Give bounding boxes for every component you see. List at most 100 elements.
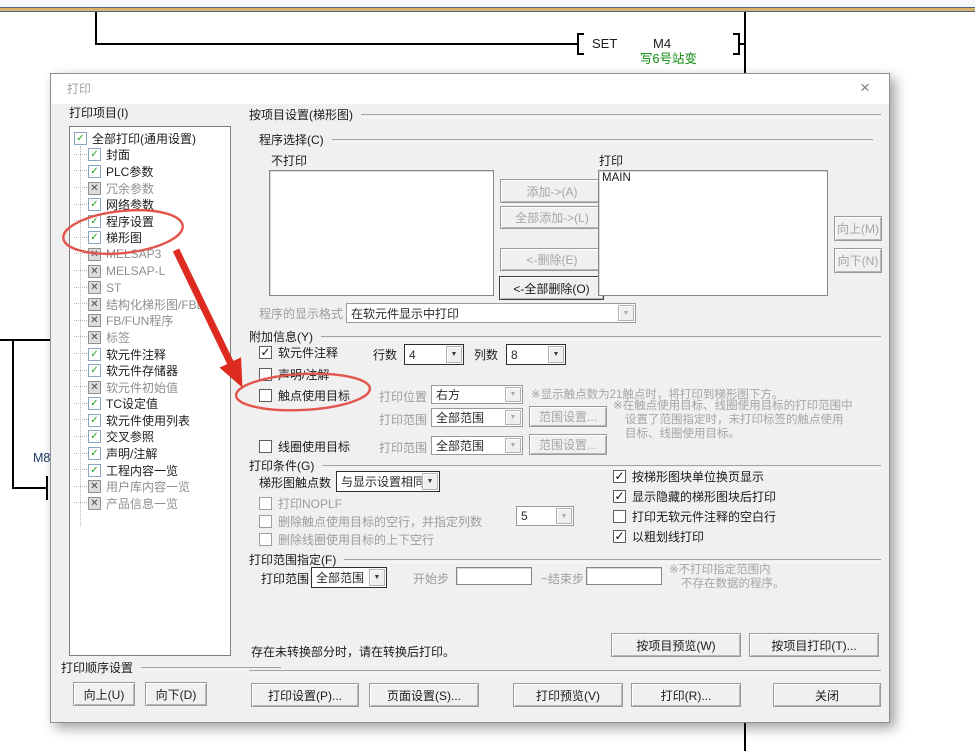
remove-all-button[interactable]: <-全部删除(O): [499, 276, 604, 300]
cols-combo[interactable]: 8 ▼: [506, 344, 566, 365]
tree-item[interactable]: ✓封面: [74, 147, 230, 164]
checkbox-checked-icon[interactable]: ✓: [88, 414, 101, 427]
checkbox-excluded-icon[interactable]: ✕: [88, 381, 101, 394]
not-print-listbox[interactable]: [269, 170, 494, 296]
checkbox-excluded-icon[interactable]: ✕: [88, 298, 101, 311]
chevron-down-icon[interactable]: ▼: [548, 346, 564, 363]
close-icon[interactable]: ×: [853, 76, 877, 100]
tree-item[interactable]: ✓TC设定值: [74, 396, 230, 413]
tree-item[interactable]: ✕软元件初始值: [74, 379, 230, 396]
checkbox-checked-icon[interactable]: ✓: [74, 132, 87, 145]
chevron-down-icon[interactable]: ▼: [618, 305, 634, 321]
print-list-item[interactable]: MAIN: [599, 171, 827, 184]
checkbox-checked-icon[interactable]: ✓: [88, 198, 101, 211]
chevron-down-icon[interactable]: ▼: [505, 438, 521, 453]
tree-item[interactable]: ✕冗余参数: [74, 180, 230, 197]
tree-item[interactable]: ✕用户库内容一览: [74, 478, 230, 495]
rows-combo[interactable]: 4 ▼: [404, 344, 464, 365]
print-position-combo[interactable]: 右方 ▼: [431, 385, 523, 404]
tree-item[interactable]: ✓梯形图: [74, 230, 230, 247]
checkbox-checked-icon[interactable]: ✓: [88, 397, 101, 410]
print-items-tree[interactable]: ✓全部打印(通用设置)✓封面✓PLC参数✕冗余参数✓网络参数✓程序设置✓梯形图✕…: [69, 126, 231, 656]
print-by-item-button[interactable]: 按项目打印(T)...: [749, 633, 879, 657]
chevron-down-icon[interactable]: ▼: [556, 508, 572, 524]
contact-usage-checkbox[interactable]: [259, 389, 272, 402]
bold-lines-checkbox[interactable]: ✓: [613, 530, 626, 543]
tree-item[interactable]: ✓全部打印(通用设置): [74, 130, 230, 147]
noplf-checkbox[interactable]: [259, 497, 272, 510]
end-step-input[interactable]: [586, 567, 662, 585]
checkbox-checked-icon[interactable]: ✓: [88, 148, 101, 161]
tree-item[interactable]: ✓软元件存储器: [74, 362, 230, 379]
checkbox-excluded-icon[interactable]: ✕: [88, 281, 101, 294]
print-settings-button[interactable]: 打印设置(P)...: [251, 683, 359, 707]
tree-item[interactable]: ✕产品信息一览: [74, 495, 230, 512]
tree-item[interactable]: ✓软元件注释: [74, 346, 230, 363]
tree-item[interactable]: ✕标签: [74, 329, 230, 346]
start-step-input[interactable]: [456, 567, 532, 585]
print-button[interactable]: 打印(R)...: [631, 683, 741, 707]
contact-range-combo[interactable]: 全部范围 ▼: [431, 408, 523, 427]
tree-item[interactable]: ✕结构化梯形图/FBD: [74, 296, 230, 313]
tree-item[interactable]: ✓网络参数: [74, 196, 230, 213]
statement-checkbox[interactable]: [259, 368, 272, 381]
checkbox-checked-icon[interactable]: ✓: [88, 430, 101, 443]
coil-range-setting-button[interactable]: 范围设置...: [529, 434, 607, 455]
contact-range-setting-button[interactable]: 范围设置...: [529, 406, 607, 427]
tree-item[interactable]: ✕MELSAP-L: [74, 263, 230, 280]
checkbox-excluded-icon[interactable]: ✕: [88, 331, 101, 344]
add-button[interactable]: 添加->(A): [500, 179, 604, 203]
close-button[interactable]: 关闭: [773, 683, 881, 707]
device-comment-checkbox[interactable]: ✓: [259, 346, 272, 359]
tree-item[interactable]: ✕FB/FUN程序: [74, 313, 230, 330]
checkbox-excluded-icon[interactable]: ✕: [88, 248, 101, 261]
checkbox-checked-icon[interactable]: ✓: [88, 348, 101, 361]
contact-count-combo[interactable]: 与显示设置相同 ▼: [336, 471, 440, 492]
checkbox-excluded-icon[interactable]: ✕: [88, 182, 101, 195]
checkbox-checked-icon[interactable]: ✓: [88, 464, 101, 477]
order-down-button[interactable]: 向下(D): [145, 682, 207, 706]
dialog-titlebar[interactable]: 打印 ×: [51, 74, 889, 104]
checkbox-checked-icon[interactable]: ✓: [88, 165, 101, 178]
checkbox-checked-icon[interactable]: ✓: [88, 231, 101, 244]
order-up-button[interactable]: 向上(U): [73, 682, 135, 706]
coil-range-combo[interactable]: 全部范围 ▼: [431, 436, 523, 455]
display-format-combo[interactable]: 在软元件显示中打印 ▼: [346, 303, 636, 323]
checkbox-excluded-icon[interactable]: ✕: [88, 265, 101, 278]
add-all-button[interactable]: 全部添加->(L): [500, 206, 604, 229]
tree-item[interactable]: ✓交叉参照: [74, 429, 230, 446]
checkbox-checked-icon[interactable]: ✓: [88, 447, 101, 460]
tree-item[interactable]: ✕MELSAP3: [74, 246, 230, 263]
del-coil-checkbox[interactable]: [259, 533, 272, 546]
tree-item[interactable]: ✓声明/注解: [74, 445, 230, 462]
preview-by-item-button[interactable]: 按项目预览(W): [611, 633, 741, 657]
chevron-down-icon[interactable]: ▼: [369, 569, 385, 586]
chevron-down-icon[interactable]: ▼: [505, 387, 521, 402]
checkbox-excluded-icon[interactable]: ✕: [88, 497, 101, 510]
chevron-down-icon[interactable]: ▼: [446, 346, 462, 363]
del-contact-checkbox[interactable]: [259, 515, 272, 528]
program-down-button[interactable]: 向下(N): [834, 248, 882, 273]
del-contact-columns-combo[interactable]: 5 ▼: [516, 506, 574, 526]
page-break-checkbox[interactable]: ✓: [613, 470, 626, 483]
tree-item[interactable]: ✓工程内容一览: [74, 462, 230, 479]
checkbox-checked-icon[interactable]: ✓: [88, 215, 101, 228]
tree-item[interactable]: ✓软元件使用列表: [74, 412, 230, 429]
coil-usage-checkbox[interactable]: [259, 440, 272, 453]
range-spec-combo[interactable]: 全部范围 ▼: [311, 567, 387, 588]
blank-rows-checkbox[interactable]: [613, 510, 626, 523]
chevron-down-icon[interactable]: ▼: [505, 410, 521, 425]
checkbox-checked-icon[interactable]: ✓: [88, 364, 101, 377]
program-up-button[interactable]: 向上(M): [834, 216, 882, 241]
tree-item[interactable]: ✓PLC参数: [74, 163, 230, 180]
checkbox-excluded-icon[interactable]: ✕: [88, 314, 101, 327]
print-listbox[interactable]: MAIN: [598, 170, 828, 296]
tree-item[interactable]: ✕ST: [74, 279, 230, 296]
checkbox-excluded-icon[interactable]: ✕: [88, 480, 101, 493]
hidden-blocks-checkbox[interactable]: ✓: [613, 490, 626, 503]
chevron-down-icon[interactable]: ▼: [422, 473, 438, 490]
remove-button[interactable]: <-删除(E): [500, 248, 604, 271]
page-settings-button[interactable]: 页面设置(S)...: [369, 683, 479, 707]
print-preview-button[interactable]: 打印预览(V): [513, 683, 623, 707]
tree-item[interactable]: ✓程序设置: [74, 213, 230, 230]
